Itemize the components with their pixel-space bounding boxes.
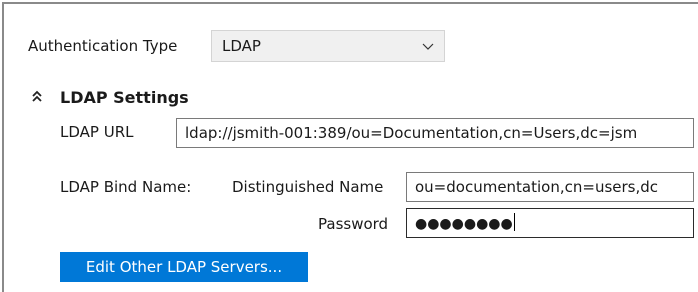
authentication-type-label: Authentication Type <box>28 37 178 55</box>
text-caret <box>513 213 515 231</box>
ldap-url-label: LDAP URL <box>60 123 134 141</box>
password-input[interactable]: ●●●●●●●● <box>406 208 694 238</box>
distinguished-name-label: Distinguished Name <box>232 178 384 196</box>
chevron-down-icon <box>422 43 434 50</box>
double-chevron-up-icon[interactable] <box>30 90 44 104</box>
password-label: Password <box>318 215 389 233</box>
ldap-bind-name-label: LDAP Bind Name: <box>60 178 192 196</box>
edit-other-ldap-servers-button[interactable]: Edit Other LDAP Servers... <box>60 252 308 282</box>
distinguished-name-input[interactable]: ou=documentation,cn=users,dc <box>406 172 694 202</box>
ldap-settings-heading: LDAP Settings <box>60 88 189 107</box>
settings-panel: Authentication Type LDAP LDAP Settings L… <box>2 2 698 292</box>
authentication-type-value: LDAP <box>222 37 261 55</box>
authentication-type-select[interactable]: LDAP <box>211 30 445 62</box>
password-value: ●●●●●●●● <box>415 216 513 232</box>
ldap-url-input[interactable]: ldap://jsmith-001:389/ou=Documentation,c… <box>176 118 694 148</box>
